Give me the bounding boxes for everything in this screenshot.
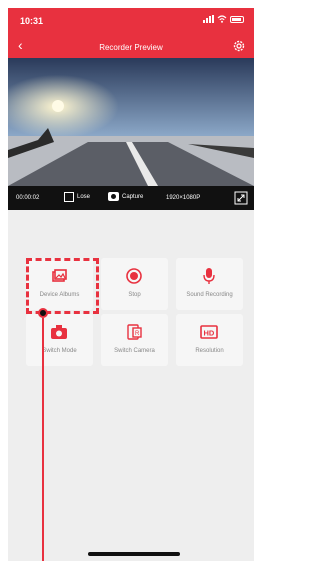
capture-button[interactable]: Capture — [108, 192, 143, 201]
callout-dot — [38, 308, 48, 318]
camera-icon — [108, 192, 119, 201]
camera-preview-image — [8, 58, 254, 186]
lose-icon — [64, 192, 74, 202]
switch-camera-button[interactable]: R Switch Camera — [101, 314, 168, 366]
capture-label: Capture — [122, 193, 144, 200]
switch-mode-label: Switch Mode — [42, 348, 77, 354]
stop-icon — [126, 268, 142, 284]
lose-button[interactable]: Lose — [64, 192, 90, 202]
stop-label: Stop — [128, 292, 141, 298]
recording-controls-bar: 00:00:02 Lose Capture 1920×1080P — [8, 186, 254, 210]
switch-camera-label: Switch Camera — [114, 348, 155, 354]
hd-icon: HD — [200, 325, 218, 339]
phone-screen: 10:31 ‹ Recorder Preview 00:00:02 Lose C… — [8, 8, 254, 561]
resolution-button[interactable]: HD Resolution — [176, 314, 243, 366]
sound-recording-label: Sound Recording — [186, 292, 233, 298]
signal-icon — [203, 15, 214, 23]
resolution-readout: 1920×1080P — [166, 195, 201, 201]
status-icons — [203, 15, 244, 23]
microphone-icon — [203, 268, 215, 284]
switch-mode-button[interactable]: Switch Mode — [26, 314, 93, 366]
status-time: 10:31 — [20, 16, 44, 26]
fullscreen-icon[interactable] — [234, 191, 248, 205]
stop-button[interactable]: Stop — [101, 258, 168, 310]
home-indicator[interactable] — [88, 552, 180, 556]
switch-camera-icon: R — [127, 324, 142, 340]
battery-icon — [230, 15, 244, 23]
lose-label: Lose — [77, 194, 91, 200]
recording-timer: 00:00:02 — [16, 195, 40, 201]
resolution-label: Resolution — [195, 348, 224, 354]
camera-mode-icon — [51, 325, 67, 339]
gear-icon[interactable] — [232, 39, 246, 53]
svg-text:R: R — [135, 331, 140, 337]
callout-highlight-box — [26, 258, 99, 314]
callout-leader-line — [42, 318, 44, 561]
svg-text:HD: HD — [204, 329, 215, 338]
sound-recording-button[interactable]: Sound Recording — [176, 258, 243, 310]
page-title: Recorder Preview — [99, 43, 163, 52]
app-header: 10:31 ‹ Recorder Preview — [8, 8, 254, 58]
wifi-icon — [217, 15, 227, 23]
